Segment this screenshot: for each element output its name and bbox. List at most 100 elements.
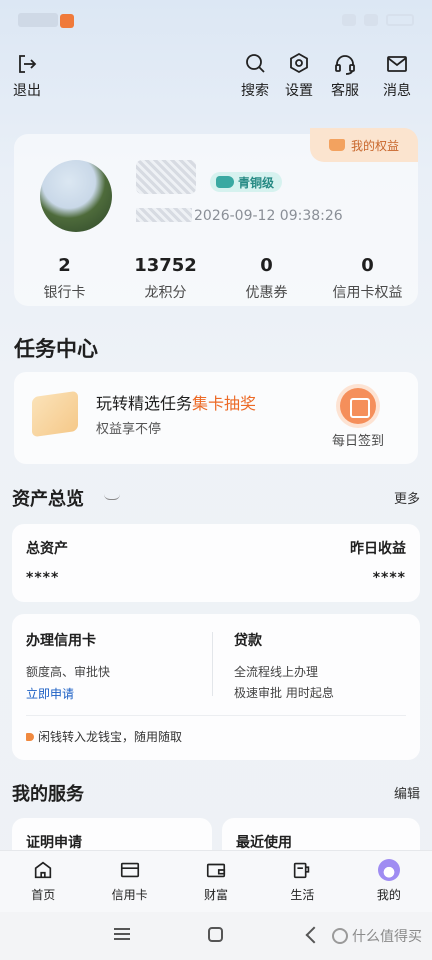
wallet-icon	[206, 863, 226, 878]
task-card[interactable]: 玩转精选任务集卡抽奖 权益享不停 每日签到	[14, 372, 418, 464]
stat-bank-cards[interactable]: 2 银行卡	[14, 254, 115, 302]
customer-service-button[interactable]: 客服	[320, 48, 370, 100]
assets-card: 总资产 **** 昨日收益 ****	[12, 524, 420, 602]
watermark-logo-icon	[332, 928, 348, 944]
tab-home[interactable]: 首页	[0, 851, 86, 912]
credit-card-section[interactable]: 办理信用卡 额度高、审批快 立即申请	[26, 630, 110, 702]
my-rights-label: 我的权益	[350, 138, 399, 153]
loan-section[interactable]: 贷款 全流程线上办理 极速审批 用时起息	[234, 630, 334, 704]
settings-button[interactable]: 设置	[274, 48, 324, 100]
divider	[26, 715, 406, 716]
gear-icon	[290, 52, 308, 74]
record-icon	[60, 14, 74, 28]
settings-label: 设置	[285, 83, 313, 99]
watermark-text: 什么值得买	[352, 929, 422, 945]
loan-desc-line2: 极速审批 用时起息	[234, 686, 334, 700]
tab-life[interactable]: 生活	[259, 851, 345, 912]
status-icons	[294, 14, 414, 28]
more-link[interactable]: 更多	[394, 488, 420, 507]
tab-credit-card[interactable]: 信用卡	[86, 851, 172, 912]
loan-title: 贷款	[234, 633, 262, 649]
loan-desc-line1: 全流程线上办理	[234, 665, 319, 679]
assets-title: 资产总览	[12, 489, 84, 510]
stat-coupons[interactable]: 0 优惠券	[216, 254, 317, 302]
tab-label: 我的	[376, 888, 401, 902]
message-button[interactable]: 消息	[372, 48, 422, 100]
status-time	[18, 13, 58, 27]
search-label: 搜索	[241, 83, 269, 99]
avatar[interactable]	[40, 160, 112, 232]
task-main-text: 玩转精选任务集卡抽奖	[96, 390, 256, 414]
stat-value: 0	[260, 255, 273, 276]
edit-link[interactable]: 编辑	[394, 783, 420, 802]
task-main-label: 玩转精选任务	[96, 394, 193, 413]
daily-signin-label: 每日签到	[331, 434, 384, 449]
profile-stats: 2 银行卡 13752 龙积分 0 优惠券 0 信用卡权益	[14, 254, 418, 302]
stat-label: 信用卡权益	[332, 285, 403, 301]
headset-icon	[335, 55, 355, 75]
top-bar: 退出 搜索 设置 客服 消息	[0, 48, 432, 100]
apply-now-link[interactable]: 立即申请	[26, 685, 110, 702]
search-button[interactable]: 搜索	[230, 48, 280, 100]
services-title: 我的服务	[12, 784, 84, 805]
tab-label: 生活	[290, 888, 315, 902]
task-center-title: 任务中心	[14, 337, 98, 361]
stat-value: 2	[58, 255, 71, 276]
tab-wealth[interactable]: 财富	[173, 851, 259, 912]
yesterday-earnings-value: ****	[372, 570, 406, 586]
tab-label: 财富	[204, 888, 229, 902]
level-label: 青铜级	[238, 175, 275, 190]
wallet-tip-label: 闲钱转入龙钱宝，随用随取	[38, 730, 183, 744]
stat-label: 龙积分	[144, 285, 187, 301]
status-bar	[0, 0, 432, 42]
credit-card-icon	[120, 862, 139, 878]
menu-icon[interactable]	[114, 928, 130, 940]
stat-points[interactable]: 13752 龙积分	[115, 254, 216, 302]
envelope-icon	[387, 56, 407, 72]
tab-label: 首页	[31, 888, 56, 902]
total-assets-label: 总资产	[26, 541, 68, 557]
credit-loan-card: 办理信用卡 额度高、审批快 立即申请 贷款 全流程线上办理 极速审批 用时起息 …	[12, 614, 420, 760]
message-label: 消息	[383, 83, 411, 99]
loan-desc: 全流程线上办理 极速审批 用时起息	[234, 662, 334, 704]
stat-credit-card-rights[interactable]: 0 信用卡权益	[317, 254, 418, 302]
home-square-icon[interactable]	[208, 927, 223, 942]
credit-card-desc: 额度高、审批快	[26, 665, 111, 679]
back-icon[interactable]	[306, 927, 320, 943]
crown-icon	[328, 139, 345, 151]
tab-me[interactable]: 我的	[346, 851, 432, 912]
fish-icon	[216, 176, 234, 188]
battery-icon	[386, 14, 414, 26]
signal-icon	[342, 14, 356, 26]
yesterday-earnings-label: 昨日收益	[350, 541, 406, 557]
yesterday-earnings[interactable]: 昨日收益 ****	[350, 538, 406, 586]
stat-value: 0	[361, 255, 374, 276]
user-name-masked	[136, 160, 196, 194]
eye-closed-icon[interactable]	[104, 494, 120, 500]
daily-signin-button[interactable]: 每日签到	[328, 388, 388, 449]
total-assets[interactable]: 总资产 ****	[26, 538, 68, 586]
wifi-icon	[364, 14, 378, 26]
service-label: 客服	[331, 83, 359, 99]
total-assets-value: ****	[26, 570, 60, 586]
stat-value: 13752	[134, 255, 197, 276]
cup-icon	[294, 862, 310, 879]
watermark: 什么值得买	[332, 926, 422, 946]
recent-used-label: 最近使用	[236, 835, 292, 851]
search-icon	[246, 54, 265, 73]
credit-card-title: 办理信用卡	[26, 633, 96, 649]
certificate-apply-label: 证明申请	[26, 835, 82, 851]
task-highlight-label: 集卡抽奖	[192, 394, 257, 413]
tab-label: 信用卡	[111, 888, 148, 902]
last-login-time: 2026-09-12 09:38:26	[136, 208, 343, 224]
level-badge[interactable]: 青铜级	[210, 172, 283, 192]
calendar-check-icon	[340, 388, 376, 424]
exit-button[interactable]: 退出	[2, 48, 52, 100]
exit-label: 退出	[13, 83, 41, 99]
profile-card: 我的权益 青铜级 2026-09-12 09:38:26 2 银行卡 13752…	[14, 128, 418, 306]
my-rights-button[interactable]: 我的权益	[310, 128, 418, 162]
gift-box-icon	[32, 390, 78, 438]
speaker-icon	[26, 732, 34, 741]
wallet-tip[interactable]: 闲钱转入龙钱宝，随用随取	[26, 728, 182, 745]
bottom-tab-bar: 首页 信用卡 财富 生活 我的	[0, 850, 432, 912]
